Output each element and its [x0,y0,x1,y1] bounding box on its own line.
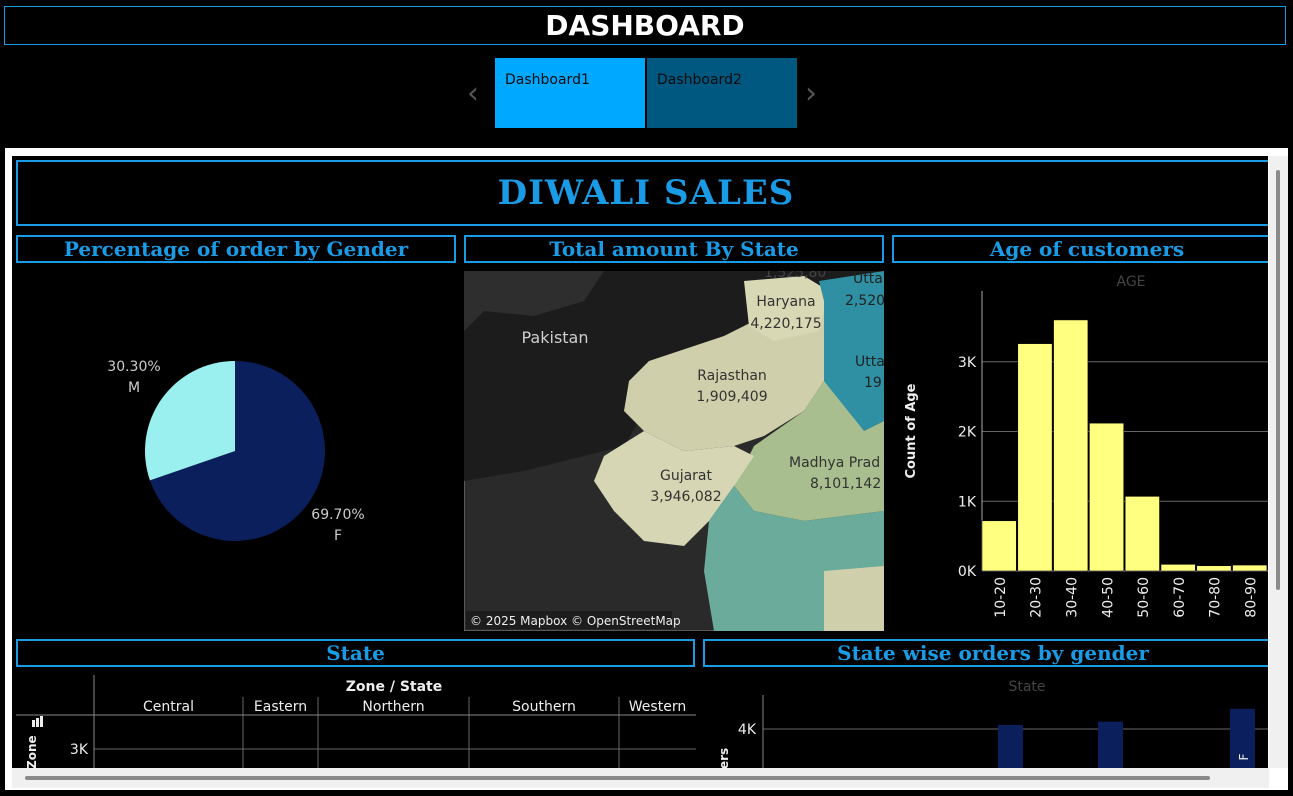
zone-y-axis-label: Zone [25,735,39,768]
state-gender-series-f: F [1237,753,1251,760]
age-xtick-label: 50-60 [1136,577,1152,618]
age-xtick-label: 20-30 [1029,577,1045,618]
horizontal-scroll-thumb[interactable] [25,776,1210,780]
state-section-title: State [16,639,695,667]
map-label-haryana: Haryana [756,294,815,310]
age-bar-80-90[interactable] [1232,564,1268,572]
age-ytick-label: 3K [958,355,977,371]
age-bar-20-30[interactable] [1017,343,1053,572]
age-chart-title: AGE [1116,274,1145,290]
tab-dashboard2[interactable]: Dashboard2 [647,58,797,128]
zone-state-chart: Zone / State Central Eastern Northern South… [16,675,696,768]
state-gender-section-title: State wise orders by gender [703,639,1268,667]
map-value-partial: 1,525,80 [764,271,826,281]
zone-ytick-3k: 3K [70,742,89,758]
age-bar-70-80[interactable] [1196,565,1232,572]
state-map-section-title: Total amount By State [464,235,884,263]
zone-sort-icon[interactable] [32,720,35,727]
state-gender-bar[interactable] [998,724,1023,768]
age-xtick-label: 10-20 [993,577,1009,618]
state-gender-ytick-4k: 4K [738,722,757,738]
map-value-madhya-pradesh: 8,101,142 [810,476,881,492]
zone-column-western: Western [629,699,686,715]
zone-state-header: Zone / State [346,679,443,695]
state-gender-bar[interactable] [1098,721,1123,768]
pie-label-f: F [334,528,342,544]
map-label-uttar-pradesh: Utta [855,354,884,370]
state-gender-chart: State 4K ers F [717,679,1268,768]
map-value-rajasthan: 1,909,409 [696,389,767,405]
age-bar-50-60[interactable] [1124,496,1160,572]
age-bar-40-50[interactable] [1089,422,1124,572]
age-bar-30-40[interactable] [1053,319,1089,572]
diwali-sales-title: DIWALI SALES [16,160,1268,226]
tab-prev-arrow-icon[interactable]: ‹ [467,76,479,111]
map-label-pakistan: Pakistan [522,328,589,347]
map-label-uttarakhand: Uttarakh [853,271,884,287]
pie-label-m-percent: 30.30% [107,359,160,375]
age-ytick-label: 1K [958,494,977,510]
map-label-madhya-pradesh: Madhya Prad [789,455,880,471]
age-y-axis-label: Count of Age [904,383,919,478]
zone-column-central: Central [143,699,194,715]
state-gender-y-axis-label: ers [717,748,731,768]
age-xtick-label: 40-50 [1100,577,1116,618]
dashboard-canvas: DIWALI SALES Percentage of order by Gend… [12,156,1268,768]
pie-label-f-percent: 69.70% [311,507,364,523]
map-south-region [824,566,884,631]
zone-column-northern: Northern [362,699,424,715]
age-ytick-label: 2K [958,425,977,441]
map-label-rajasthan: Rajasthan [697,368,767,384]
dashboard-title: DASHBOARD [4,6,1286,45]
age-xtick-label: 80-90 [1244,577,1260,618]
age-xtick-label: 30-40 [1065,577,1081,618]
pie-label-m: M [128,380,140,396]
age-xtick-label: 60-70 [1172,577,1188,618]
map-value-uttar-pradesh: 19 [864,375,882,391]
map-value-uttarakhand: 2,520,9 [845,293,884,309]
gender-section-title: Percentage of order by Gender [16,235,456,263]
age-section-title: Age of customers [892,235,1268,263]
map-credit: © 2025 Mapbox © OpenStreetMap [470,614,681,628]
zone-column-eastern: Eastern [254,699,307,715]
gender-pie-chart: 30.30% M 69.70% F [107,359,364,544]
age-bar-60-70[interactable] [1160,564,1196,572]
map-label-gujarat: Gujarat [660,468,713,484]
vertical-scroll-thumb[interactable] [1276,170,1280,590]
age-bar-chart: AGE Count of Age 0K 1K 2K 3K 10-20 20-30 30-4… [904,274,1268,618]
state-map[interactable]: Pakistan Haryana 4,220,175 Uttarakh 2,52… [464,271,884,631]
map-value-gujarat: 3,946,082 [650,489,721,505]
state-gender-title: State [1008,679,1045,695]
age-xtick-label: 70-80 [1208,577,1224,618]
age-ytick-label: 0K [958,564,977,580]
age-bar-10-20[interactable] [981,520,1017,572]
tab-dashboard1[interactable]: Dashboard1 [495,58,645,128]
tab-next-arrow-icon[interactable]: › [805,76,817,111]
map-value-haryana: 4,220,175 [750,316,821,332]
zone-column-southern: Southern [512,699,576,715]
